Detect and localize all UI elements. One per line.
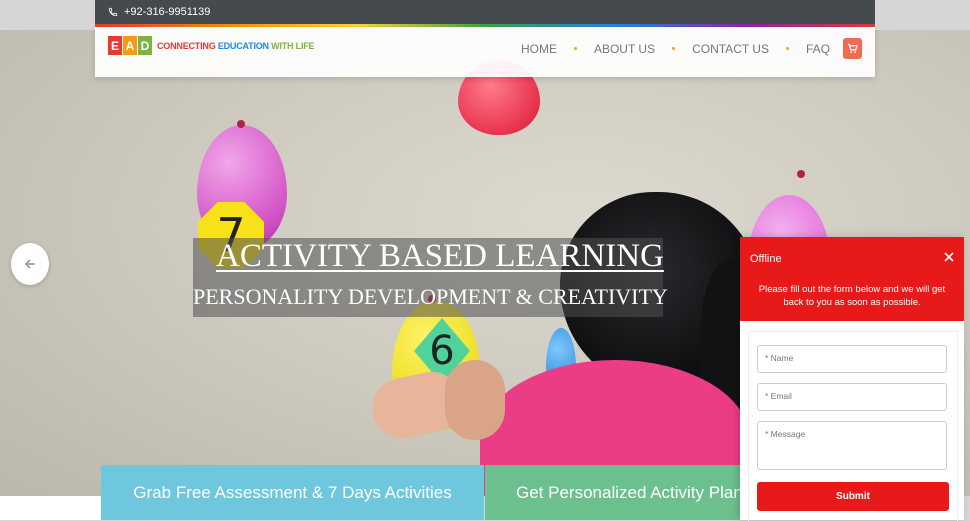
message-field[interactable]: * Message [757, 421, 947, 470]
nav-faq[interactable]: FAQ [797, 42, 839, 56]
hero-subtitle: PERSONALITY DEVELOPMENT & CREATIVITY [193, 284, 668, 309]
phone-number: +92-316-9951139 [124, 6, 211, 18]
logo-letter: A [123, 36, 137, 55]
nav-separator [672, 47, 676, 50]
site-logo[interactable]: E A D CONNECTING EDUCATION WITH LIFE [108, 36, 315, 55]
main-nav: HOME ABOUT US CONTACT US FAQ [512, 38, 862, 59]
arrow-left-icon [24, 259, 35, 269]
phone-icon [108, 7, 118, 17]
page-background-strip [0, 496, 101, 520]
balloon-knot [237, 120, 245, 128]
chat-form: * Name * Email * Message Submit [748, 331, 958, 521]
email-field[interactable]: * Email [757, 383, 947, 411]
submit-button[interactable]: Submit [757, 482, 949, 511]
balloon-knot [797, 170, 805, 178]
personalized-plans-button[interactable]: Get Personalized Activity Plans [485, 465, 745, 520]
logo-letter: D [138, 36, 152, 55]
close-icon[interactable] [942, 250, 956, 264]
nav-contact-us[interactable]: CONTACT US [683, 42, 778, 56]
chat-header: Offline Please fill out the form below a… [740, 237, 964, 321]
child-arm [445, 360, 505, 440]
logo-tagline: CONNECTING EDUCATION WITH LIFE [157, 40, 315, 51]
top-bar: +92-316-9951139 [95, 0, 875, 25]
phone-contact[interactable]: +92-316-9951139 [108, 6, 210, 18]
logo-mark: E A D [108, 36, 152, 55]
chat-widget: Offline Please fill out the form below a… [740, 237, 964, 521]
hero-title[interactable]: ACTIVITY BASED LEARNING [216, 238, 664, 275]
nav-separator [785, 47, 789, 50]
chat-status: Offline [750, 253, 782, 265]
site-header: E A D CONNECTING EDUCATION WITH LIFE HOM… [95, 27, 875, 77]
chat-offline-message: Please fill out the form below and we wi… [758, 284, 946, 308]
name-field[interactable]: * Name [757, 345, 947, 373]
nav-home[interactable]: HOME [512, 42, 566, 56]
cart-button[interactable] [843, 38, 862, 59]
slider-prev-button[interactable] [11, 243, 49, 285]
nav-about-us[interactable]: ABOUT US [585, 42, 664, 56]
cart-icon [847, 43, 858, 54]
logo-letter: E [108, 36, 122, 55]
nav-separator [573, 47, 577, 50]
free-assessment-button[interactable]: Grab Free Assessment & 7 Days Activities [101, 465, 484, 520]
